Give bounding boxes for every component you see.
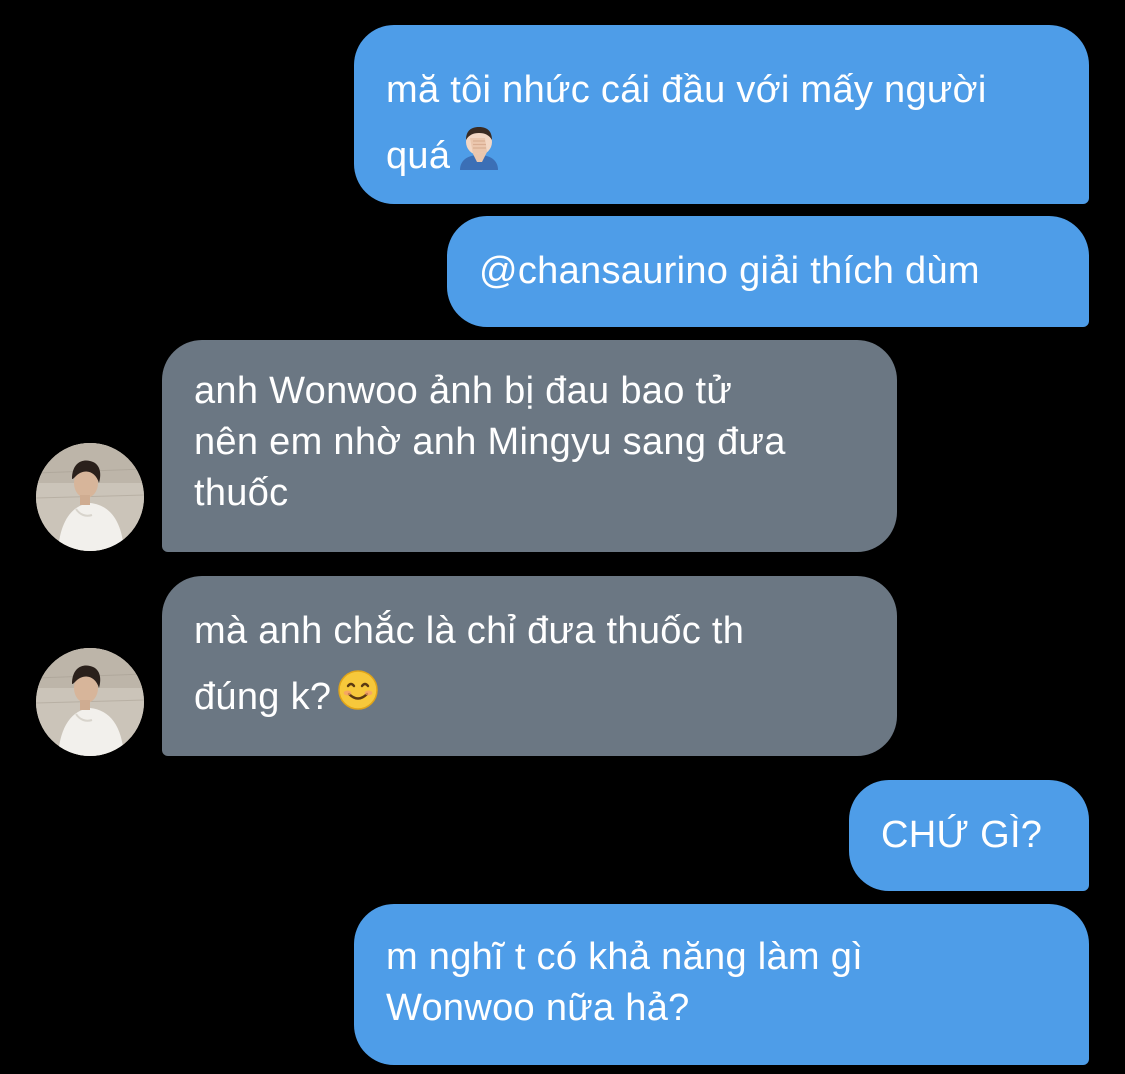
message-text-line: thuốc [194,472,289,514]
message-text-line: đúng k? [194,664,897,732]
avatar-icon[interactable] [36,443,144,551]
message-text-line: nên em nhờ anh Mingyu sang đưa [194,421,786,463]
message-text-line: mà anh chắc là chỉ đưa thuốc th [194,610,745,652]
message-bubble-incoming[interactable]: mà anh chắc là chỉ đưa thuốc th đúng k? [162,576,897,756]
message-bubble-outgoing[interactable]: CHỨ GÌ? [849,780,1089,891]
message-bubble-outgoing[interactable]: @chansaurino giải thích dùm [447,216,1089,327]
avatar-icon[interactable] [36,648,144,756]
message-text-line: Wonwoo nữa hả? [386,987,690,1029]
message-bubble-incoming[interactable]: anh Wonwoo ảnh bị đau bao tử nên em nhờ … [162,340,897,552]
message-text-line: anh Wonwoo ảnh bị đau bao tử [194,370,733,412]
smiling-face-emoji [337,666,379,732]
message-text-line: @chansaurino giải thích dùm [479,250,980,292]
message-text-line: CHỨ GÌ? [881,814,1043,856]
message-text-line: m nghĩ t có khả năng làm gì [386,936,864,978]
message-bubble-outgoing[interactable]: m nghĩ t có khả năng làm gì Wonwoo nữa h… [354,904,1089,1065]
message-text-line: quá [386,123,1089,191]
message-bubble-outgoing[interactable]: mă tôi nhức cái đầu với mấy người quá [354,25,1089,204]
message-text-line: mă tôi nhức cái đầu với mấy người [386,69,987,111]
person-facepalming-emoji [456,124,502,191]
